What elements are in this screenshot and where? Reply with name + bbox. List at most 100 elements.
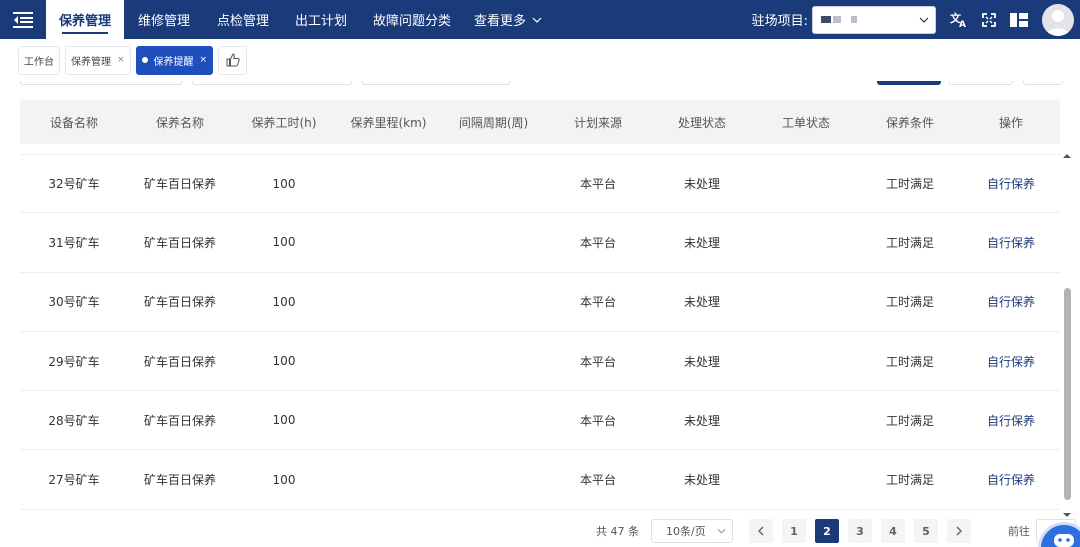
filter-field-edge	[1023, 81, 1063, 85]
page-size-select[interactable]: 10条/页	[651, 519, 733, 543]
table-body: 32号矿车 矿车百日保养 100 本平台 未处理 工时满足 自行保养 31号矿车…	[20, 154, 1060, 510]
self-maintenance-link[interactable]: 自行保养	[962, 412, 1060, 429]
close-icon[interactable]: ×	[200, 55, 208, 65]
top-right-tools: 驻场项目: 文A	[752, 0, 1080, 39]
table-row: 30号矿车 矿车百日保养 100 本平台 未处理 工时满足 自行保养	[20, 273, 1060, 332]
table-row: 31号矿车 矿车百日保养 100 本平台 未处理 工时满足 自行保养	[20, 213, 1060, 273]
cell-equipment: 27号矿车	[48, 473, 100, 488]
self-maintenance-link[interactable]: 自行保养	[962, 234, 1060, 251]
scroll-up-arrow-icon[interactable]	[1062, 146, 1072, 158]
cell-condition: 工时满足	[885, 295, 934, 310]
cell-maintenance-name: 矿车百日保养	[143, 413, 216, 428]
table-header: 设备名称 保养名称 保养工时(h) 保养里程(km) 间隔周期(周) 计划来源 …	[20, 100, 1060, 144]
column-header: 保养条件	[885, 115, 934, 130]
column-header: 设备名称	[49, 115, 98, 130]
cell-condition: 工时满足	[885, 473, 934, 488]
cell-plan-source: 本平台	[579, 177, 616, 192]
cell-condition: 工时满足	[885, 235, 934, 250]
self-maintenance-link[interactable]: 自行保养	[962, 293, 1060, 310]
tab-label: 工作台	[24, 56, 54, 68]
cell-condition: 工时满足	[885, 413, 934, 428]
svg-text:A: A	[959, 20, 966, 28]
fullscreen-icon[interactable]	[974, 0, 1004, 39]
chevron-down-icon	[532, 17, 542, 23]
cell-hours: 100	[272, 354, 296, 369]
page-button-2[interactable]: 2	[815, 519, 839, 543]
page-size-value: 10条/页	[666, 525, 706, 538]
filter-field-edge	[192, 81, 352, 85]
scrollbar-thumb[interactable]	[1064, 288, 1071, 500]
cell-equipment: 28号矿车	[48, 413, 100, 428]
nav-item-work-plan[interactable]: 出工计划	[282, 0, 360, 39]
cell-plan-source: 本平台	[579, 413, 616, 428]
page-button-4[interactable]: 4	[881, 519, 905, 543]
cell-maintenance-name: 矿车百日保养	[143, 473, 216, 488]
page-button-1[interactable]: 1	[782, 519, 806, 543]
thumb-up-icon[interactable]	[218, 45, 248, 75]
tab-maintenance-reminder[interactable]: 保养提醒 ×	[135, 45, 214, 75]
translate-icon[interactable]: 文A	[944, 0, 974, 39]
page-button-3[interactable]: 3	[848, 519, 872, 543]
cell-equipment: 29号矿车	[48, 354, 100, 369]
nav-more-label: 查看更多	[473, 14, 526, 29]
layout-icon[interactable]	[1004, 0, 1034, 39]
cell-plan-source: 本平台	[579, 354, 616, 369]
chevron-right-icon	[956, 526, 962, 536]
nav-item-maintenance[interactable]: 保养管理	[46, 0, 124, 39]
cell-hours: 100	[272, 176, 296, 191]
cell-process-status: 未处理	[683, 354, 720, 369]
top-navigation-bar: 保养管理 维修管理 点检管理 出工计划 故障问题分类 查看更多 驻场项目: 文A	[0, 0, 1080, 39]
tab-maintenance-management[interactable]: 保养管理 ×	[65, 45, 131, 75]
cell-plan-source: 本平台	[579, 295, 616, 310]
cell-process-status: 未处理	[683, 473, 720, 488]
self-maintenance-link[interactable]: 自行保养	[962, 175, 1060, 192]
column-header: 工单状态	[781, 115, 830, 130]
close-icon[interactable]: ×	[117, 55, 125, 65]
tab-workbench[interactable]: 工作台	[18, 45, 60, 75]
cell-plan-source: 本平台	[579, 235, 616, 250]
cell-hours: 100	[272, 294, 296, 309]
query-button-edge[interactable]	[877, 81, 941, 85]
cell-equipment: 32号矿车	[48, 177, 100, 192]
table-row: 28号矿车 矿车百日保养 100 本平台 未处理 工时满足 自行保养	[20, 391, 1060, 451]
cell-maintenance-name: 矿车百日保养	[143, 354, 216, 369]
nav-item-fault-category[interactable]: 故障问题分类	[360, 0, 464, 39]
table-row: 27号矿车 矿车百日保养 100 本平台 未处理 工时满足 自行保养	[20, 450, 1060, 510]
cell-hours: 100	[272, 235, 296, 250]
cell-process-status: 未处理	[683, 413, 720, 428]
nav-item-inspection[interactable]: 点检管理	[204, 0, 282, 39]
cell-process-status: 未处理	[683, 177, 720, 192]
cell-process-status: 未处理	[683, 235, 720, 250]
menu-fold-icon[interactable]	[0, 0, 46, 39]
next-page-button[interactable]	[947, 519, 971, 543]
cell-hours: 100	[272, 472, 296, 487]
tabs-bar: 工作台 保养管理 × 保养提醒 ×	[0, 39, 1080, 81]
active-dot	[141, 57, 148, 63]
avatar[interactable]	[1042, 3, 1074, 36]
scroll-down-arrow-icon[interactable]	[1062, 505, 1072, 517]
cell-plan-source: 本平台	[579, 473, 616, 488]
tab-label: 保养管理	[71, 56, 111, 68]
reset-button-edge[interactable]	[949, 81, 1013, 85]
filter-field-edge	[362, 81, 510, 85]
column-header: 操作	[998, 115, 1023, 130]
cell-condition: 工时满足	[885, 354, 934, 369]
cell-condition: 工时满足	[885, 177, 934, 192]
self-maintenance-link[interactable]: 自行保养	[962, 471, 1060, 488]
project-select[interactable]	[812, 5, 936, 34]
self-maintenance-link[interactable]: 自行保养	[962, 353, 1060, 370]
prev-page-button[interactable]	[749, 519, 773, 543]
chevron-down-icon	[717, 528, 726, 534]
project-value-redacted	[821, 16, 857, 23]
cell-process-status: 未处理	[683, 295, 720, 310]
column-header: 计划来源	[573, 115, 622, 130]
cell-equipment: 31号矿车	[48, 235, 100, 250]
chevron-left-icon	[758, 526, 764, 536]
total-count: 共 47 条	[596, 525, 639, 538]
page-button-5[interactable]: 5	[914, 519, 938, 543]
nav-item-more[interactable]: 查看更多	[464, 0, 552, 39]
pagination: 共 47 条 10条/页 1 2 3 4 5 前往 2	[596, 519, 1076, 543]
cell-maintenance-name: 矿车百日保养	[143, 177, 216, 192]
cell-hours: 100	[272, 413, 296, 428]
nav-item-repair[interactable]: 维修管理	[124, 0, 204, 39]
